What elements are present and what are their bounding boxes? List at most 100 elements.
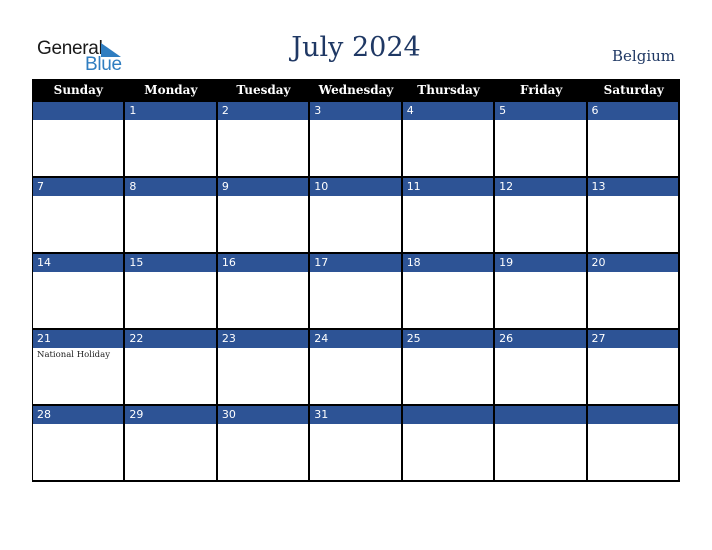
event-label <box>218 196 308 198</box>
day-cell[interactable]: 29 <box>125 406 218 482</box>
event-label <box>495 348 585 350</box>
day-cell[interactable]: 3 <box>310 102 403 178</box>
event-label <box>33 196 123 198</box>
day-number: 8 <box>125 178 216 196</box>
event-label <box>125 348 215 350</box>
event-label <box>310 272 400 274</box>
event-label <box>310 348 400 350</box>
day-number: 19 <box>495 254 586 272</box>
day-cell[interactable]: 23 <box>217 330 311 406</box>
day-number <box>495 406 586 424</box>
day-cell[interactable]: 20 <box>587 254 680 330</box>
event-label: National Holiday <box>37 350 110 360</box>
day-cell[interactable]: 13 <box>587 178 680 254</box>
week-row: 7 8 9 10 11 12 13 <box>32 178 680 254</box>
event-label <box>403 120 493 122</box>
day-number: 13 <box>587 178 678 196</box>
event-label <box>310 424 400 426</box>
day-cell[interactable]: 8 <box>125 178 218 254</box>
day-number: 9 <box>217 178 309 196</box>
day-cell[interactable]: 30 <box>217 406 311 482</box>
event-label <box>403 424 493 426</box>
event-label <box>218 120 308 122</box>
day-number: 7 <box>33 178 124 196</box>
day-cell[interactable]: 31 <box>310 406 403 482</box>
weekday-tuesday: Tuesday <box>236 83 291 97</box>
weekday-thursday: Thursday <box>417 83 480 97</box>
event-label <box>495 196 585 198</box>
day-cell[interactable]: 5 <box>495 102 588 178</box>
event-label <box>403 196 493 198</box>
day-cell[interactable] <box>33 102 126 178</box>
day-cell[interactable]: 10 <box>310 178 403 254</box>
day-number: 10 <box>310 178 401 196</box>
day-cell[interactable]: 14 <box>33 254 126 330</box>
day-cell[interactable]: 16 <box>217 254 311 330</box>
day-cell[interactable]: 24 <box>310 330 403 406</box>
week-row: 123456 <box>32 102 680 178</box>
day-cell[interactable]: 9 <box>217 178 311 254</box>
day-number: 3 <box>310 102 401 120</box>
weekday-sunday: Sunday <box>53 83 103 97</box>
day-number: 27 <box>587 330 678 348</box>
weekday-friday: Friday <box>520 83 563 97</box>
calendar-grid: Sunday Monday Tuesday Wednesday Thursday… <box>32 79 680 482</box>
day-cell[interactable]: 2 <box>217 102 311 178</box>
event-label <box>403 348 493 350</box>
day-number: 30 <box>217 406 309 424</box>
day-number: 22 <box>125 330 216 348</box>
event-label <box>33 424 123 426</box>
day-number: 5 <box>495 102 586 120</box>
day-number: 23 <box>217 330 309 348</box>
weekday-monday: Monday <box>144 83 198 97</box>
week-row: 28 29 30 31 <box>32 406 680 482</box>
day-cell[interactable]: 4 <box>402 102 496 178</box>
week-row: 14 15 16 17 18 19 20 <box>32 254 680 330</box>
event-label <box>125 196 215 198</box>
event-label <box>310 196 400 198</box>
day-number: 29 <box>125 406 216 424</box>
day-number: 2 <box>217 102 309 120</box>
day-number: 18 <box>402 254 494 272</box>
day-cell[interactable]: 15 <box>125 254 218 330</box>
event-label <box>588 196 678 198</box>
day-number <box>587 406 678 424</box>
day-cell[interactable]: 12 <box>495 178 588 254</box>
event-label <box>495 120 585 122</box>
event-label <box>588 348 678 350</box>
day-number: 20 <box>587 254 678 272</box>
day-cell[interactable]: 19 <box>495 254 588 330</box>
event-label <box>218 272 308 274</box>
day-cell[interactable]: 25 <box>402 330 496 406</box>
event-label <box>310 120 400 122</box>
day-cell[interactable] <box>587 406 680 482</box>
day-cell[interactable]: 26 <box>495 330 588 406</box>
event-label <box>588 424 678 426</box>
day-cell[interactable]: 11 <box>402 178 496 254</box>
day-number <box>402 406 494 424</box>
event-label <box>33 120 123 122</box>
day-cell[interactable]: 1 <box>125 102 218 178</box>
day-cell[interactable]: 27 <box>587 330 680 406</box>
event-label <box>125 424 215 426</box>
day-number: 11 <box>402 178 494 196</box>
day-number: 12 <box>495 178 586 196</box>
day-cell[interactable]: 18 <box>402 254 496 330</box>
day-cell[interactable]: 7 <box>33 178 126 254</box>
day-number: 14 <box>33 254 124 272</box>
day-number: 15 <box>125 254 216 272</box>
day-cell[interactable] <box>402 406 496 482</box>
week-row: 21 National Holiday 22 23 24 25 26 27 <box>32 330 680 406</box>
day-cell[interactable]: 6 <box>587 102 680 178</box>
event-label <box>403 272 493 274</box>
day-number: 25 <box>402 330 494 348</box>
day-cell[interactable] <box>495 406 588 482</box>
day-cell[interactable]: 21 National Holiday <box>33 330 126 406</box>
day-cell[interactable]: 17 <box>310 254 403 330</box>
event-label <box>495 272 585 274</box>
event-label <box>125 272 215 274</box>
day-cell[interactable]: 22 <box>125 330 218 406</box>
day-number <box>33 102 124 120</box>
day-cell[interactable]: 28 <box>33 406 126 482</box>
event-label <box>218 424 308 426</box>
